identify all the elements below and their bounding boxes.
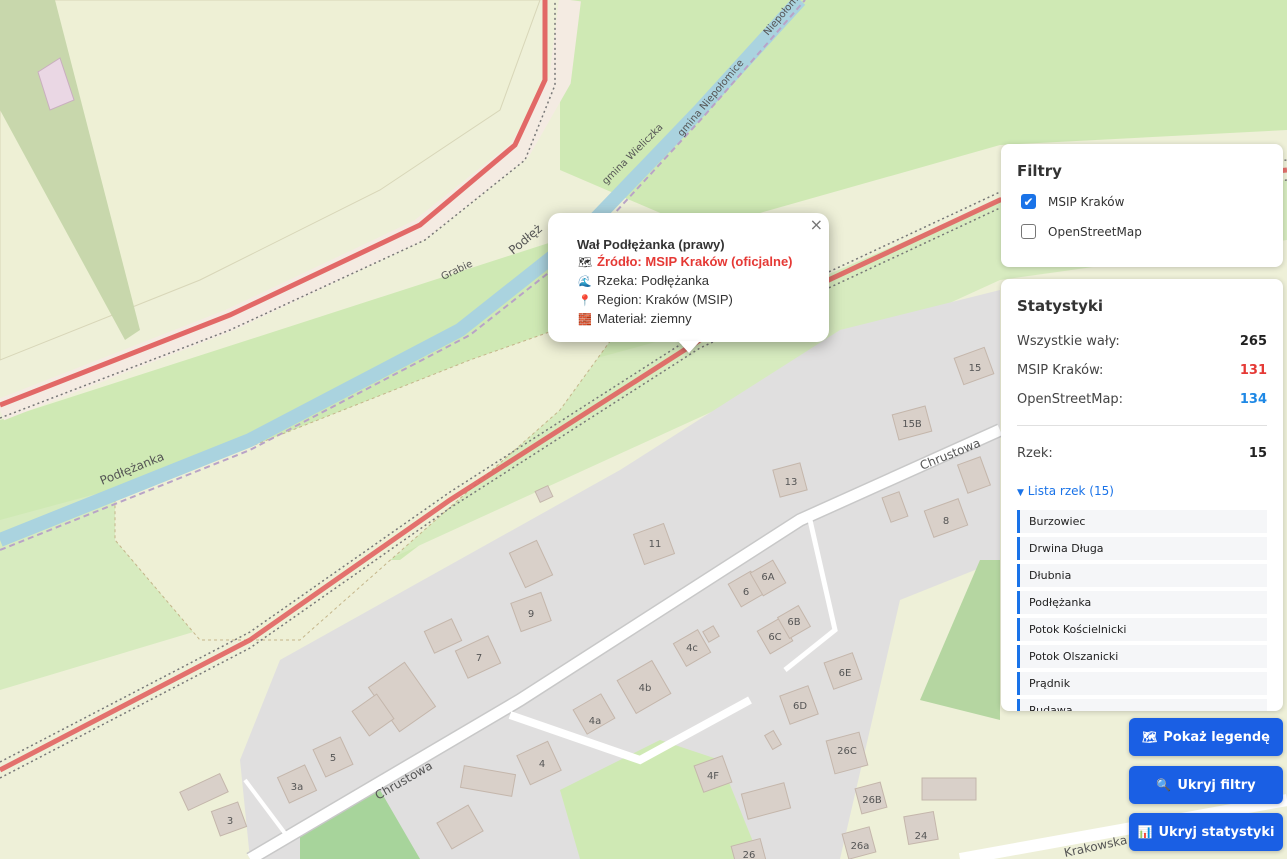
list-item[interactable]: Potok Olszanicki	[1017, 645, 1267, 668]
stat-rivers: Rzek: 15	[1017, 446, 1267, 461]
river-list-toggle[interactable]: ▼ Lista rzek (15)	[1017, 484, 1114, 498]
house-number: 11	[649, 539, 662, 550]
filter-osm-label: OpenStreetMap	[1048, 224, 1142, 239]
popup-content: Wał Podłężanka (prawy) 🗺 Źródło: MSIP Kra…	[577, 236, 793, 329]
house-number: 15B	[902, 419, 922, 430]
house-number: 6A	[761, 572, 774, 583]
house-number: 6	[743, 587, 749, 598]
stat-all-value: 265	[1239, 334, 1267, 349]
stat-msip: MSIP Kraków: 131	[1017, 363, 1267, 378]
river-list-toggle-label: Lista rzek (15)	[1027, 484, 1114, 498]
hide-stats-button[interactable]: 📊 Ukryj statystyki	[1129, 813, 1283, 851]
stats-divider	[1017, 425, 1267, 426]
house-number: 3	[227, 816, 233, 827]
list-item[interactable]: Rudawa	[1017, 699, 1267, 711]
house-number: 4b	[639, 683, 652, 694]
triangle-down-icon: ▼	[1017, 488, 1024, 498]
show-legend-label: Pokaż legendę	[1163, 729, 1270, 745]
house-number: 26a	[851, 841, 870, 852]
popup-source-row: 🗺 Źródło: MSIP Kraków (oficjalne)	[577, 253, 793, 272]
stat-rivers-value: 15	[1248, 446, 1267, 461]
stat-msip-label: MSIP Kraków:	[1017, 363, 1104, 378]
stat-msip-value: 131	[1239, 363, 1267, 378]
list-item[interactable]: Prądnik	[1017, 672, 1267, 695]
filter-osm[interactable]: OpenStreetMap	[1021, 224, 1142, 239]
filters-panel: Filtry ✔ MSIP Kraków OpenStreetMap	[1001, 144, 1283, 267]
list-item[interactable]: Drwina Długa	[1017, 537, 1267, 560]
river-list[interactable]: Burzowiec Drwina Długa Dłubnia Podłężank…	[1017, 510, 1267, 711]
house-number: 4a	[589, 716, 602, 727]
stat-all: Wszystkie wały: 265	[1017, 334, 1267, 349]
house-number: 24	[915, 831, 928, 842]
house-number: 3a	[291, 782, 304, 793]
house-number: 13	[785, 477, 798, 488]
house-number: 4F	[707, 771, 719, 782]
popup-source: Źródło: MSIP Kraków (oficjalne)	[597, 254, 793, 269]
list-item[interactable]: Podłężanka	[1017, 591, 1267, 614]
search-icon: 🔍	[1156, 778, 1172, 792]
stat-osm-value: 134	[1239, 392, 1267, 407]
filters-title: Filtry	[1017, 162, 1062, 180]
filter-msip[interactable]: ✔ MSIP Kraków	[1021, 194, 1124, 209]
house-number: 6C	[768, 632, 781, 643]
statistics-panel[interactable]: Statystyki Wszystkie wały: 265 MSIP Krak…	[1001, 279, 1283, 711]
map-icon: 🗺	[1142, 730, 1158, 744]
stats-title: Statystyki	[1017, 297, 1104, 315]
show-legend-button[interactable]: 🗺 Pokaż legendę	[1129, 718, 1283, 756]
house-number: 6D	[793, 701, 807, 712]
house-number: 26B	[862, 795, 882, 806]
house-number: 26	[743, 850, 756, 859]
house-number: 5	[330, 753, 336, 764]
list-item[interactable]: Potok Kościelnicki	[1017, 618, 1267, 641]
house-number: 6B	[787, 617, 800, 628]
checkbox-unchecked-icon[interactable]	[1021, 224, 1036, 239]
wave-icon: 🌊	[578, 276, 592, 288]
popup-river-row: 🌊 Rzeka: Podłężanka	[577, 272, 793, 291]
popup-river: Rzeka: Podłężanka	[597, 273, 710, 288]
hide-filters-label: Ukryj filtry	[1177, 777, 1256, 793]
checkbox-checked-icon[interactable]: ✔	[1021, 194, 1036, 209]
popup-region: Region: Kraków (MSIP)	[597, 292, 733, 307]
hide-stats-label: Ukryj statystyki	[1158, 824, 1275, 840]
dike-info-popup: × Wał Podłężanka (prawy) 🗺 Źródło: MSIP K…	[548, 213, 829, 342]
house-number: 9	[528, 609, 534, 620]
house-number: 4	[539, 759, 545, 770]
filter-msip-label: MSIP Kraków	[1048, 194, 1125, 209]
popup-material: Materiał: ziemny	[597, 311, 692, 326]
popup-close-button[interactable]: ×	[810, 217, 823, 233]
house-number: 6E	[839, 668, 852, 679]
building	[921, 777, 977, 801]
stat-osm-label: OpenStreetMap:	[1017, 392, 1124, 407]
popup-region-row: 📍 Region: Kraków (MSIP)	[577, 291, 793, 310]
stat-rivers-label: Rzek:	[1017, 446, 1053, 461]
stat-all-label: Wszystkie wały:	[1017, 334, 1120, 349]
house-number: 26C	[837, 746, 857, 757]
brick-icon: 🧱	[578, 314, 592, 326]
bar-chart-icon: 📊	[1137, 825, 1153, 839]
popup-tip	[678, 341, 700, 353]
hide-filters-button[interactable]: 🔍 Ukryj filtry	[1129, 766, 1283, 804]
house-number: 8	[943, 516, 949, 527]
map-icon: 🗺	[578, 257, 592, 269]
house-number: 15	[969, 363, 982, 374]
popup-title: Wał Podłężanka (prawy)	[577, 237, 725, 252]
house-number: 4c	[686, 643, 698, 654]
popup-material-row: 🧱 Materiał: ziemny	[577, 310, 793, 329]
pin-icon: 📍	[578, 295, 592, 307]
house-number: 7	[476, 653, 482, 664]
list-item[interactable]: Dłubnia	[1017, 564, 1267, 587]
stat-osm: OpenStreetMap: 134	[1017, 392, 1267, 407]
list-item[interactable]: Burzowiec	[1017, 510, 1267, 533]
